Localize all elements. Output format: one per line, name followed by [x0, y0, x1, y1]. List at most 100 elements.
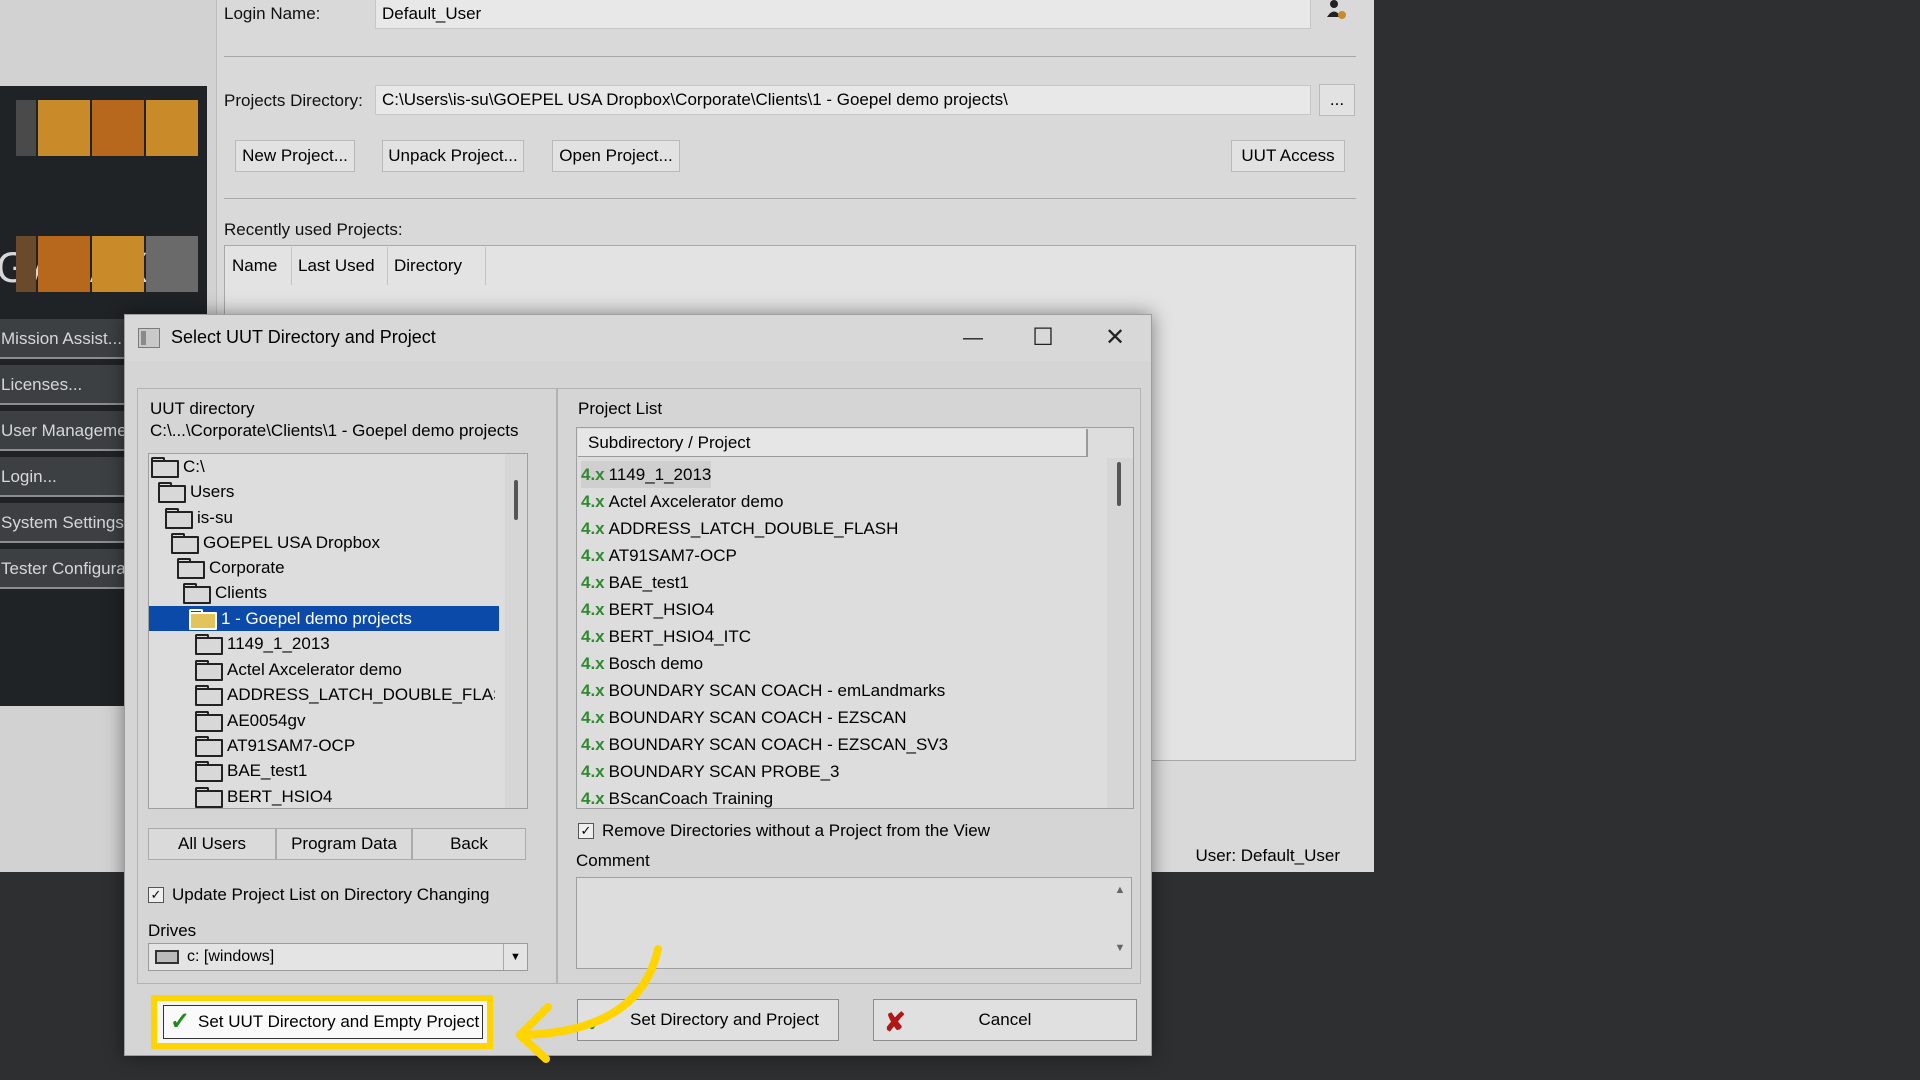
remove-directories-label: Remove Directories without a Project fro… [602, 821, 991, 840]
tree-item[interactable]: C:\ [151, 454, 209, 479]
folder-icon [177, 558, 205, 579]
maximize-button[interactable]: ☐ [1019, 321, 1067, 355]
list-item[interactable]: 4.x AT91SAM7-OCP [581, 542, 737, 569]
app-icon [138, 328, 160, 348]
folder-icon [195, 736, 223, 757]
folder-icon [195, 660, 223, 681]
column-name[interactable]: Name [226, 247, 292, 285]
back-button[interactable]: Back [412, 828, 526, 860]
browse-button[interactable]: ... [1319, 84, 1355, 116]
separator [224, 56, 1356, 57]
comment-label: Comment [576, 851, 650, 870]
projects-directory-label: Projects Directory: [224, 91, 363, 110]
tree-item[interactable]: Users [158, 479, 238, 504]
logo-square [92, 236, 144, 292]
list-item[interactable]: 4.x Bosch demo [581, 650, 703, 677]
menu-mission-assist[interactable]: Mission Assist... [0, 319, 124, 359]
list-item[interactable]: 4.x BScanCoach Training [581, 785, 773, 808]
folder-open-icon [189, 609, 217, 630]
logo-square [38, 100, 90, 156]
tree-item[interactable]: BAE_test1 [195, 758, 311, 783]
projects-directory-field[interactable]: C:\Users\is-su\GOEPEL USA Dropbox\Corpor… [375, 85, 1311, 115]
update-project-list-checkbox[interactable]: ✓ [148, 887, 164, 903]
list-item[interactable]: 4.x BOUNDARY SCAN PROBE_3 [581, 758, 839, 785]
scroll-thumb[interactable] [514, 480, 518, 520]
folder-icon [195, 685, 223, 706]
logo-square [38, 236, 90, 292]
tree-item[interactable]: GOEPEL USA Dropbox [171, 530, 384, 555]
list-item[interactable]: 4.x Actel Axcelerator demo [581, 488, 783, 515]
folder-icon [195, 634, 223, 655]
list-item[interactable]: 4.x BAE_test1 [581, 569, 689, 596]
update-project-list-label: Update Project List on Directory Changin… [172, 885, 490, 904]
menu-licenses[interactable]: Licenses... [0, 365, 124, 405]
project-list[interactable]: Subdirectory / Project 4.x 1149_1_2013 4.… [576, 427, 1134, 809]
set-uut-directory-empty-project-label: Set UUT Directory and Empty Project [198, 1012, 480, 1031]
unpack-project-button[interactable]: Unpack Project... [382, 140, 524, 172]
project-list-panel: Project List Subdirectory / Project 4.x 1… [557, 388, 1141, 984]
drives-select[interactable]: c: [windows] ▼ [148, 943, 528, 971]
project-list-header[interactable]: Subdirectory / Project [578, 429, 1088, 457]
list-item[interactable]: 4.x BERT_HSIO4 [581, 596, 714, 623]
logo-square [92, 100, 144, 156]
folder-icon [171, 533, 199, 554]
menu-tester-configuration[interactable]: Tester Configuration [0, 549, 124, 589]
tree-item[interactable]: AE0054gv [195, 708, 309, 733]
tree-item[interactable]: BERT_HSIO4 [195, 784, 337, 808]
dialog-titlebar[interactable]: Select UUT Directory and Project — ☐ ✕ [125, 315, 1151, 361]
open-project-button[interactable]: Open Project... [552, 140, 680, 172]
new-project-button[interactable]: New Project... [235, 140, 355, 172]
checkmark-icon: ✓ [170, 1008, 191, 1035]
drive-icon [155, 950, 179, 964]
folder-icon [195, 761, 223, 782]
menu-login[interactable]: Login... [0, 457, 124, 497]
minimize-button[interactable]: — [949, 321, 997, 355]
drives-label: Drives [148, 921, 197, 940]
drive-value: c: [windows] [187, 948, 275, 965]
scroll-thumb[interactable] [1117, 462, 1121, 506]
dialog-title: Select UUT Directory and Project [171, 327, 436, 347]
column-last-used[interactable]: Last Used [292, 247, 388, 285]
remove-directories-checkbox[interactable]: ✓ [578, 823, 594, 839]
tree-item[interactable]: Actel Axcelerator demo [195, 657, 406, 682]
tree-item[interactable]: Clients [183, 580, 271, 605]
list-item[interactable]: 4.x BERT_HSIO4_ITC [581, 623, 751, 650]
list-item[interactable]: 4.x BOUNDARY SCAN COACH - EZSCAN_SV3 [581, 731, 948, 758]
set-uut-directory-empty-project-button[interactable]: ✓ Set UUT Directory and Empty Project [163, 1005, 483, 1039]
comment-scrollbar[interactable]: ▲ ▼ [1109, 878, 1131, 968]
recent-projects-label: Recently used Projects: [224, 220, 403, 239]
all-users-button[interactable]: All Users [148, 828, 276, 860]
uut-directory-path: C:\...\Corporate\Clients\1 - Goepel demo… [150, 421, 519, 440]
tree-item[interactable]: AT91SAM7-OCP [195, 733, 359, 758]
project-list-scrollbar[interactable] [1107, 458, 1133, 808]
uut-access-button[interactable]: UUT Access [1231, 140, 1345, 172]
logo-square [16, 100, 36, 156]
menu-user-management[interactable]: User Management [0, 411, 124, 451]
logo-square [146, 236, 198, 292]
cancel-button[interactable]: ✘ Cancel [873, 999, 1137, 1041]
folder-icon [183, 583, 211, 604]
tree-item[interactable]: is-su [165, 505, 237, 530]
tree-item[interactable]: Corporate [177, 555, 289, 580]
list-item[interactable]: 4.x ADDRESS_LATCH_DOUBLE_FLASH [581, 515, 898, 542]
column-directory[interactable]: Directory [388, 247, 486, 285]
tree-item[interactable]: 1149_1_2013 [195, 631, 334, 656]
folder-icon [158, 482, 186, 503]
folder-icon [195, 787, 223, 808]
user-icon[interactable] [1318, 0, 1354, 28]
menu-system-settings[interactable]: System Settings [0, 503, 124, 543]
list-item[interactable]: 4.x BOUNDARY SCAN COACH - EZSCAN [581, 704, 907, 731]
program-data-button[interactable]: Program Data [276, 828, 412, 860]
login-name-field[interactable]: Default_User [375, 0, 1311, 29]
logo-square [146, 100, 198, 156]
list-item[interactable]: 4.x 1149_1_2013 [581, 461, 712, 488]
status-user: User: Default_User [1195, 846, 1340, 865]
list-item[interactable]: 4.x BOUNDARY SCAN COACH - emLandmarks [581, 677, 945, 704]
tree-item-selected[interactable]: 1 - Goepel demo projects [149, 606, 499, 631]
tree-scrollbar[interactable] [505, 454, 527, 808]
cancel-label: Cancel [978, 1010, 1032, 1029]
logo-square [16, 236, 36, 292]
tree-item[interactable]: ADDRESS_LATCH_DOUBLE_FLASH [195, 682, 495, 707]
directory-tree[interactable]: C:\ Users is-su GOEPEL USA Dropbox Corpo… [148, 453, 528, 809]
close-button[interactable]: ✕ [1091, 321, 1139, 355]
